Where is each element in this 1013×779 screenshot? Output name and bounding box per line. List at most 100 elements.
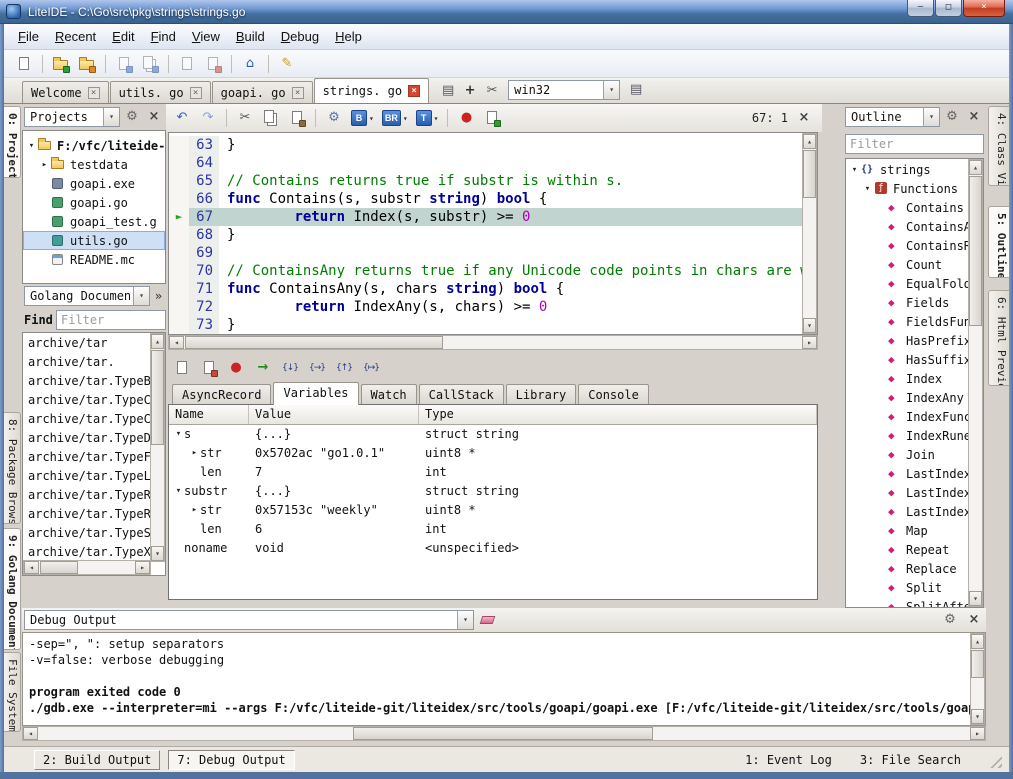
chevron-down-icon[interactable]: ▾	[603, 81, 619, 99]
tab-close-icon[interactable]: ×	[408, 85, 420, 97]
outline-close-icon[interactable]: ×	[964, 107, 984, 127]
chevron-down-icon[interactable]: ▾	[434, 114, 439, 123]
redo-icon[interactable]: ↷	[198, 108, 218, 128]
godoc-more-button[interactable]: »	[151, 286, 166, 306]
outline-item-repeat[interactable]: ◆Repeat	[846, 540, 969, 559]
panel-tab-4-class-view[interactable]: 4: Class View	[988, 106, 1009, 186]
outline-filter-input[interactable]	[845, 134, 984, 154]
add-editor-icon[interactable]: +	[460, 81, 480, 101]
code-line-65[interactable]: 65// Contains returns true if substr is …	[169, 172, 802, 190]
outline-item-containsrur[interactable]: ◆ContainsRur	[846, 236, 969, 255]
chevron-down-icon[interactable]: ▾	[103, 108, 119, 126]
copy-icon[interactable]	[261, 108, 281, 128]
step-out-button[interactable]: {↑}	[332, 356, 356, 380]
project-item-goapi-go[interactable]: goapi.go	[23, 193, 165, 212]
build-config-icon[interactable]: ⚙	[324, 108, 344, 128]
titlebar[interactable]: LiteIDE - C:\Go\src\pkg\strings\strings.…	[0, 0, 1013, 24]
undo-button[interactable]: ↶	[170, 106, 194, 130]
code-line-72[interactable]: 72 return IndexAny(s, chars) >= 0	[169, 298, 802, 316]
statusbar-3-file-search[interactable]: 3: File Search	[860, 753, 961, 767]
scroll-thumb[interactable]	[971, 650, 984, 678]
step-over-button[interactable]: {→}	[305, 356, 329, 380]
godoc-item-archive-tar-typexg[interactable]: archive/tar.TypeXG	[23, 543, 151, 561]
reload-file-icon[interactable]	[177, 54, 197, 74]
code-line-63[interactable]: 63}	[169, 136, 802, 154]
editor-close-button[interactable]: ×	[794, 108, 814, 128]
outline-vscrollbar[interactable]: ▴ ▾	[968, 159, 983, 607]
outline-item-fieldsfunc[interactable]: ◆FieldsFunc	[846, 312, 969, 331]
save-all-button[interactable]	[138, 52, 162, 76]
output-vscrollbar[interactable]: ▴ ▾	[970, 633, 985, 725]
outline-item-hassuffix[interactable]: ◆HasSuffix	[846, 350, 969, 369]
run-to-line-icon[interactable]: {↦}	[361, 358, 381, 378]
outline-view-combo[interactable]: Outline ▾	[845, 107, 940, 127]
statusbar-1-event-log[interactable]: 1: Event Log	[745, 753, 832, 767]
code-line-71[interactable]: 71func ContainsAny(s, chars string) bool…	[169, 280, 802, 298]
record-button[interactable]: ●	[224, 356, 248, 380]
scroll-thumb[interactable]	[185, 336, 443, 349]
run-to-line-button[interactable]: {↦}	[359, 356, 383, 380]
outline-close-button[interactable]: ×	[964, 107, 984, 127]
project-item-goapi-test-g[interactable]: goapi_test.g	[23, 212, 165, 231]
outline-item-count[interactable]: ◆Count	[846, 255, 969, 274]
scroll-down-icon[interactable]: ▾	[803, 318, 816, 333]
godoc-item-archive-tar[interactable]: archive/tar.	[23, 353, 151, 372]
output-view-combo[interactable]: Debug Output ▾	[24, 610, 474, 630]
godoc-item-archive-tar[interactable]: archive/tar	[23, 334, 151, 353]
paste-button[interactable]	[285, 106, 309, 130]
menu-recent[interactable]: Recent	[47, 26, 104, 47]
menu-edit[interactable]: Edit	[104, 26, 142, 47]
open-folder-button[interactable]	[75, 52, 99, 76]
chevron-down-icon[interactable]: ▾	[369, 114, 374, 123]
scroll-up-icon[interactable]: ▴	[969, 160, 982, 175]
expander-icon[interactable]: ▾	[173, 482, 184, 501]
expander-icon[interactable]: ▾	[862, 184, 873, 194]
open-file-icon[interactable]	[51, 54, 71, 74]
editor-hscrollbar[interactable]: ◂ ▸	[168, 335, 818, 350]
new-file-icon[interactable]	[14, 54, 34, 74]
godoc-vscrollbar[interactable]: ▴ ▾	[150, 333, 165, 562]
code-editor[interactable]: 63}6465// Contains returns true if subst…	[168, 132, 818, 335]
godoc-item-archive-tar-typefifc[interactable]: archive/tar.TypeFifc	[23, 448, 151, 467]
scroll-thumb[interactable]	[151, 350, 164, 445]
outline-item-join[interactable]: ◆Join	[846, 445, 969, 464]
outline-item-contains[interactable]: ◆Contains	[846, 198, 969, 217]
home-button[interactable]: ⌂	[238, 52, 262, 76]
projects-view-combo[interactable]: Projects ▾	[24, 107, 120, 127]
save-all-icon[interactable]	[140, 54, 160, 74]
scroll-left-icon[interactable]: ◂	[169, 336, 184, 349]
expander-icon[interactable]: ▾	[173, 425, 184, 444]
scroll-thumb[interactable]	[803, 150, 816, 198]
debug-output-console[interactable]: -sep=", ": setup separators-v=false: ver…	[22, 632, 986, 726]
project-item-f-vfc-liteide-g[interactable]: ▾F:/vfc/liteide-g	[23, 136, 165, 155]
stop-record-icon[interactable]	[199, 358, 219, 378]
projects-close-icon[interactable]: ×	[144, 107, 164, 127]
editor-close-icon[interactable]: ×	[794, 108, 814, 128]
project-item-utils-go[interactable]: utils.go	[23, 231, 165, 250]
panel-tab-0-projects[interactable]: 0: Projects	[4, 106, 21, 178]
debug-start-button[interactable]: ●	[454, 106, 478, 130]
new-file-button[interactable]	[12, 52, 36, 76]
output-menu-icon[interactable]: ⚙	[940, 610, 960, 630]
record-icon[interactable]: ●	[226, 358, 246, 378]
code-line-64[interactable]: 64	[169, 154, 802, 172]
menu-view[interactable]: View	[184, 26, 228, 47]
edit-env-button[interactable]: ✎	[275, 52, 299, 76]
outline-item-functions[interactable]: ▾ƒFunctions	[846, 179, 969, 198]
debug-tab-asyncrecord[interactable]: AsyncRecord	[172, 384, 271, 404]
expander-icon[interactable]: ▾	[849, 165, 860, 175]
editor-list-button[interactable]: ▤	[626, 80, 646, 100]
tab-close-icon[interactable]: ×	[88, 87, 100, 99]
save-file-icon[interactable]	[114, 54, 134, 74]
panel-tab-file-system[interactable]: File System	[4, 652, 21, 732]
close-editor-button[interactable]: ✂	[482, 81, 502, 101]
code-line-69[interactable]: 69	[169, 244, 802, 262]
output-menu-button[interactable]: ⚙	[940, 610, 960, 630]
expander-icon[interactable]: ▸	[39, 160, 50, 170]
godoc-item-archive-tar-typech[interactable]: archive/tar.TypeCh	[23, 391, 151, 410]
variable-row-str[interactable]: ▸str0x57153c "weekly"uint8 *	[169, 501, 817, 520]
panel-tab-8-package-browser[interactable]: 8: Package Browser	[4, 412, 21, 524]
redo-button[interactable]: ↷	[196, 106, 220, 130]
debug-tab-console[interactable]: Console	[578, 384, 649, 404]
variable-row-str[interactable]: ▸str0x5702ac "go1.0.1"uint8 *	[169, 444, 817, 463]
